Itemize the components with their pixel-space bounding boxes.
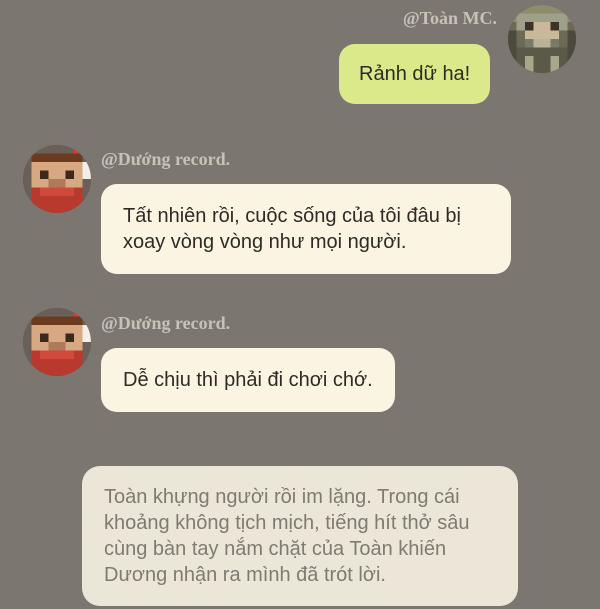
minecraft-redshirt-avatar-icon[interactable]	[23, 308, 91, 376]
chat-bubble-sent[interactable]: Rảnh dữ ha!	[339, 44, 491, 104]
sender-name: @Dướng record.	[101, 149, 231, 169]
message-text: Tất nhiên rồi, cuộc sống của tôi đâu bị …	[123, 205, 461, 253]
chat-bubble-received[interactable]: Tất nhiên rồi, cuộc sống của tôi đâu bị …	[101, 184, 511, 274]
sender-name: @Dướng record.	[101, 313, 231, 333]
minecraft-knight-avatar-icon[interactable]	[508, 5, 576, 73]
message-text: Rảnh dữ ha!	[359, 63, 471, 85]
narration-box: Toàn khựng người rồi im lặng. Trong cái …	[82, 466, 518, 606]
sender-name: @Toàn MC.	[402, 8, 497, 28]
message-text: Dễ chịu thì phải đi chơi chớ.	[123, 369, 373, 391]
narration-text: Toàn khựng người rồi im lặng. Trong cái …	[104, 486, 470, 586]
chat-bubble-received[interactable]: Dễ chịu thì phải đi chơi chớ.	[101, 348, 395, 412]
minecraft-redshirt-avatar-icon[interactable]	[23, 145, 91, 213]
